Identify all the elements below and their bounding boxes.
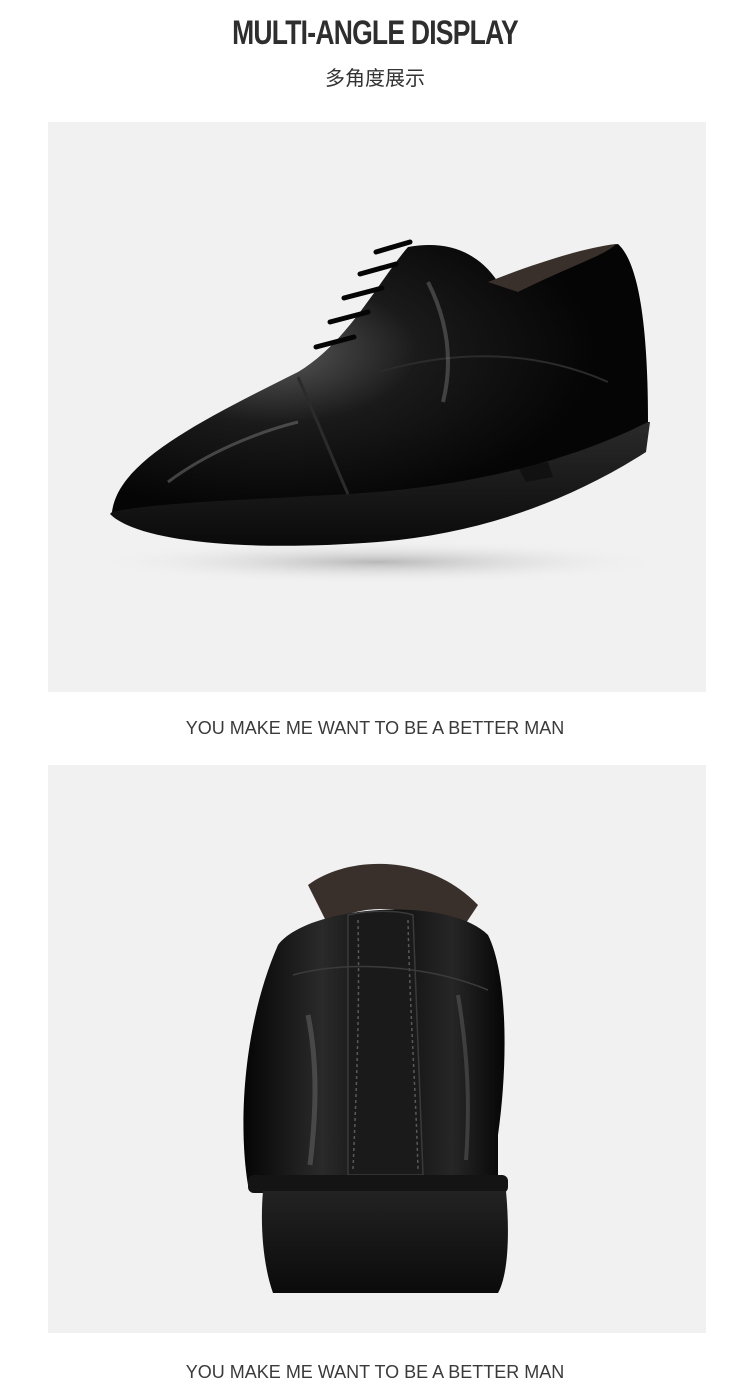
shoe-side-illustration xyxy=(88,239,668,584)
product-image-side-view xyxy=(48,122,706,692)
product-image-back-view xyxy=(48,765,706,1333)
gallery-caption: YOU MAKE ME WANT TO BE A BETTER MAN xyxy=(185,718,565,738)
page-title: MULTI-ANGLE DISPLAY xyxy=(232,14,519,52)
gallery-caption: YOU MAKE ME WANT TO BE A BETTER MAN xyxy=(185,1362,565,1382)
page-subtitle: 多角度展示 xyxy=(325,66,425,90)
shoe-back-illustration xyxy=(243,863,508,1293)
